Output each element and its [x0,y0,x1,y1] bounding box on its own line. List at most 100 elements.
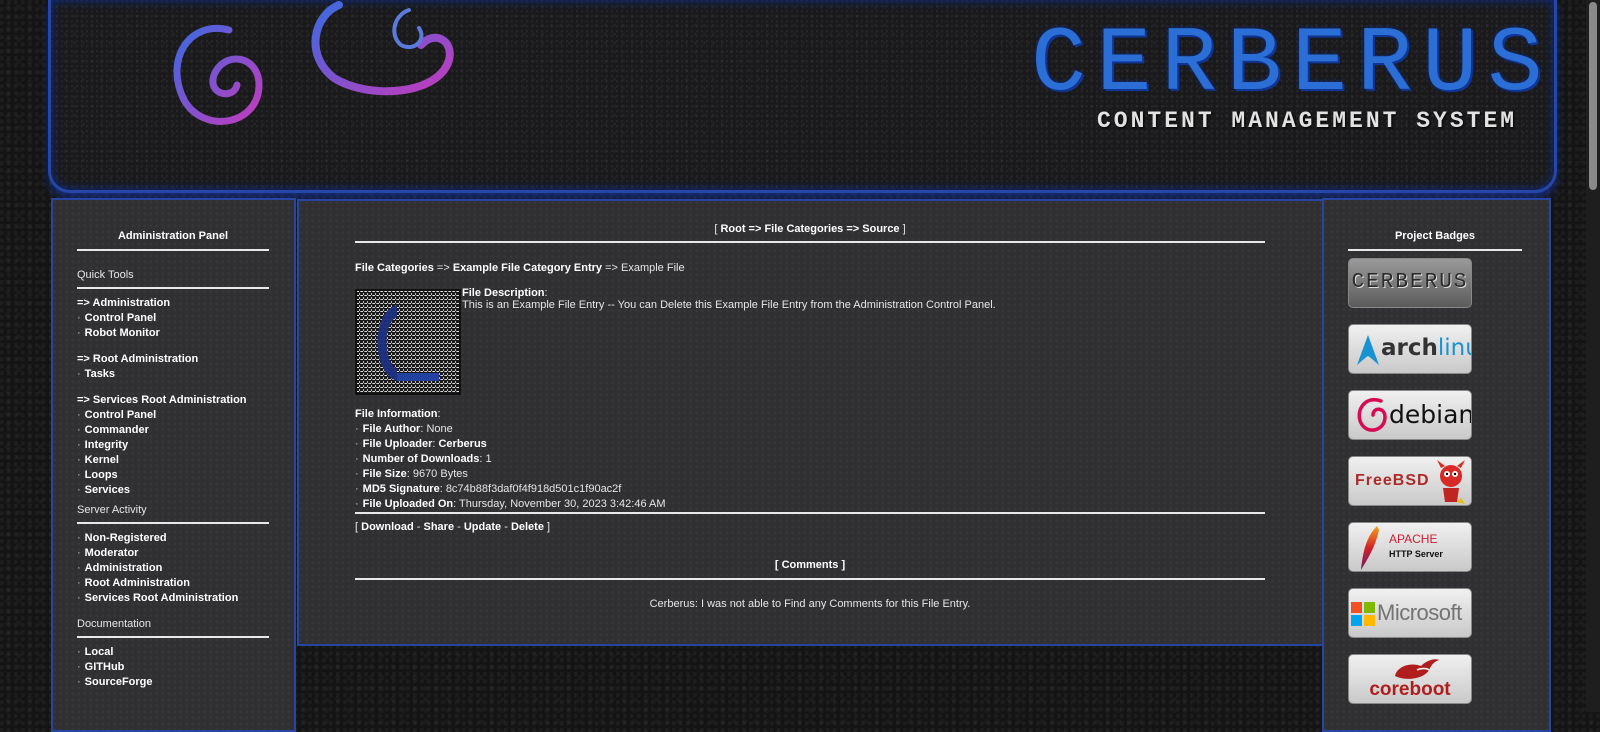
doc-local[interactable]: Local [85,646,114,658]
info-row: · Number of Downloads: 1 [355,453,492,465]
breadcrumb: [ Root => File Categories => Source ] [355,223,1265,235]
apache-badge[interactable]: APACHE HTTP Server [1348,522,1472,572]
comments-heading: [ Comments ] [774,559,846,571]
server-activity-list: · Non-Registered · Moderator · Administrati… [77,532,239,604]
info-label: File Size [362,468,407,480]
site-header: CERBERUS CONTENT MANAGEMENT SYSTEM [48,0,1557,193]
trail-file-categories-link[interactable]: File Categories [355,262,434,274]
archlinux-badge[interactable]: archlinux [1348,324,1472,374]
project-badges-panel: Project Badges CERBERUS archlinux debian… [1322,198,1551,732]
divider [77,636,269,638]
apache-badge-title: APACHE [1389,532,1438,546]
info-label: File Uploader [362,438,433,450]
info-value: 9670 Bytes [412,468,468,480]
microsoft-badge[interactable]: Microsoft [1348,588,1472,638]
info-row: · File Size: 9670 Bytes [355,468,468,480]
doc-github[interactable]: GITHub [85,661,125,673]
server-activity-heading: Server Activity [77,504,147,516]
trail-separator: => [605,262,618,274]
nav-kernel[interactable]: Kernel [85,454,119,466]
doc-sourceforge[interactable]: SourceForge [85,676,153,688]
nav-loops[interactable]: Loops [85,469,118,481]
bracket: [ [714,223,718,235]
info-label: Number of Downloads [362,453,480,465]
divider [77,522,269,524]
info-row: · MD5 Signature: 8c74b88f3daf0f4f918d501c… [355,483,622,495]
freebsd-daemon-icon [1437,460,1465,504]
nav-commander[interactable]: Commander [85,424,149,436]
nav-administration[interactable]: => Administration [77,297,170,309]
nav-control-panel[interactable]: Control Panel [85,312,157,324]
activity-administration[interactable]: Administration [85,562,163,574]
divider [77,249,269,251]
quick-tools-heading: Quick Tools [77,269,134,281]
activity-root-administration[interactable]: Root Administration [85,577,190,589]
debian-badge[interactable]: debian [1348,390,1472,440]
nav-tasks[interactable]: Tasks [85,368,115,380]
activity-moderator[interactable]: Moderator [85,547,139,559]
trail-separator: => [436,262,450,274]
main-content-panel: [ Root => File Categories => Source ] Fi… [297,199,1324,646]
logo-subtitle: CONTENT MANAGEMENT SYSTEM [1097,108,1518,134]
bracket: ] [902,223,906,235]
share-button[interactable]: Share [423,521,454,533]
bracket: ] [547,521,551,533]
nav-root-administration[interactable]: => Root Administration [77,353,198,365]
logo-title: CERBERUS [1031,12,1553,117]
description-label: File Description [462,287,545,299]
apache-badge-subtitle: HTTP Server [1389,549,1443,559]
nav-services-control-panel[interactable]: Control Panel [85,409,157,421]
info-row: · File Uploader: Cerberus [355,438,487,450]
breadcrumb-path-link[interactable]: Root => File Categories => Source [720,223,899,235]
download-button[interactable]: Download [361,521,414,533]
documentation-heading: Documentation [77,618,151,630]
action-separator: - [416,521,421,533]
update-button[interactable]: Update [464,521,501,533]
info-label: MD5 Signature [362,483,440,495]
activity-non-registered[interactable]: Non-Registered [85,532,167,544]
trail-category-link[interactable]: Example File Category Entry [453,262,602,274]
action-separator: - [504,521,508,533]
cerberus-badge-text: CERBERUS [1351,271,1469,294]
nav-integrity[interactable]: Integrity [85,439,128,451]
scrollbar-thumb[interactable] [1589,2,1597,190]
sidebar-title: Administration Panel [117,230,229,242]
debian-badge-text: debian [1389,400,1472,429]
divider [355,241,1265,243]
file-information: File Information: · File Author: None · Fi… [355,408,1265,513]
cerberus-badge[interactable]: CERBERUS [1348,258,1472,308]
vertical-scrollbar[interactable] [1586,0,1600,712]
coreboot-badge-text: coreboot [1369,679,1451,700]
nav-robot-monitor[interactable]: Robot Monitor [85,327,160,339]
swirl-logo-icon [173,1,454,125]
info-value: 1 [485,453,492,465]
administration-sidebar: Administration Panel Quick Tools => Admi… [51,198,296,732]
file-thumbnail-image[interactable] [355,289,461,395]
documentation-list: · Local · GITHub · SourceForge [77,646,153,688]
nav-services-root-administration[interactable]: => Services Root Administration [77,394,247,406]
nav-services[interactable]: Services [85,484,130,496]
arch-logo-icon [1357,335,1379,365]
bracket: [ [355,521,359,533]
info-value: None [426,423,453,435]
info-label: File Uploaded On [362,498,454,510]
action-separator: - [457,521,461,533]
info-label: File Author [362,423,421,435]
microsoft-logo-icon [1351,602,1375,626]
divider [355,578,1265,580]
freebsd-badge-text: FreeBSD [1355,472,1430,489]
microsoft-badge-text: Microsoft [1377,600,1462,625]
divider [77,287,269,289]
delete-button[interactable]: Delete [511,521,544,533]
info-value: Thursday, November 30, 2023 3:42:46 AM [459,498,666,510]
activity-services-root-administration[interactable]: Services Root Administration [85,592,239,604]
quick-tools-list: => Administration · Control Panel · Robot … [77,297,247,496]
coreboot-badge[interactable]: coreboot [1348,654,1472,704]
file-description: File Description: This is an Example Fil… [462,287,1262,311]
uploader-link[interactable]: Cerberus [438,438,486,450]
trail-current: Example File [621,262,685,274]
apache-feather-icon [1361,526,1379,570]
file-thumbnail-icon [357,291,459,393]
file-actions: [ Download - Share - Update - Delete ] [355,521,1265,533]
freebsd-badge[interactable]: FreeBSD [1348,456,1472,506]
